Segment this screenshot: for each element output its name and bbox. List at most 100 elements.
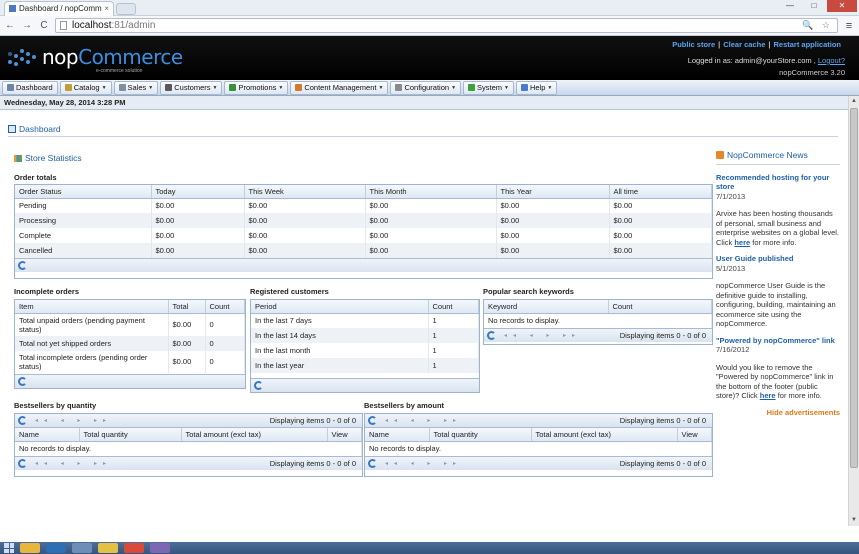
news-item-title[interactable]: Recommended hosting for your store	[716, 173, 829, 192]
url-tools-icons[interactable]: 🔍 ☆	[802, 20, 833, 31]
news-item-title[interactable]: "Powered by nopCommerce" link	[716, 336, 835, 345]
table-row: In the last 7 days 1	[251, 313, 479, 328]
reload-icon[interactable]: C	[38, 20, 50, 31]
maximize-button[interactable]: □	[803, 0, 825, 12]
column-header[interactable]: Keyword	[484, 300, 609, 314]
column-header[interactable]: Total quantity	[429, 428, 532, 442]
table-cell: 0	[205, 350, 245, 373]
admin-menu: Dashboard Catalog ▼ Sales ▼ Customers ▼ Promoti…	[0, 80, 859, 96]
column-header[interactable]: Total amount (excl tax)	[531, 428, 678, 442]
tab-close-icon[interactable]: ×	[104, 4, 109, 13]
order-totals-footer	[15, 258, 712, 272]
url-input[interactable]: localhost:81/admin 🔍 ☆	[55, 18, 838, 33]
refresh-icon[interactable]	[254, 381, 263, 390]
menu-item-label: System	[477, 83, 503, 92]
column-header[interactable]: Total amount (excl tax)	[181, 428, 328, 442]
column-header[interactable]: View	[327, 428, 362, 442]
taskbar-app-icon[interactable]	[46, 543, 66, 553]
refresh-icon[interactable]	[487, 331, 496, 340]
pager-arrows[interactable]: ◂◂ ◂ ▸ ▸▸	[504, 332, 581, 339]
news-item-link[interactable]: here	[760, 391, 776, 400]
column-header[interactable]: This Month	[365, 185, 497, 199]
clear-cache-link[interactable]: Clear cache	[723, 40, 765, 49]
logo-name: nopCommerce	[42, 45, 183, 69]
pager-arrows[interactable]: ◂◂ ◂ ▸ ▸▸	[35, 417, 112, 424]
news-item-title[interactable]: User Guide published	[716, 254, 794, 263]
menu-item-customers[interactable]: Customers ▼	[160, 80, 223, 95]
menu-item-icon	[295, 84, 303, 91]
menu-item-sales[interactable]: Sales ▼	[113, 80, 159, 95]
column-header[interactable]: Total quantity	[79, 428, 182, 442]
scrollbar-thumb[interactable]	[850, 108, 858, 468]
table-cell: Total incomplete orders (pending order s…	[15, 350, 169, 373]
page-scrollbar[interactable]: ▲ ▼	[848, 96, 859, 526]
restart-application-link[interactable]: Restart application	[773, 40, 841, 49]
menu-item-content-management[interactable]: Content Management ▼	[290, 80, 389, 95]
new-tab-button[interactable]	[116, 3, 136, 15]
pager-arrows[interactable]: ◂◂ ◂ ▸ ▸▸	[385, 417, 462, 424]
column-header[interactable]: Today	[151, 185, 245, 199]
scroll-down-icon[interactable]: ▼	[849, 515, 859, 526]
public-store-link[interactable]: Public store	[672, 40, 715, 49]
refresh-icon[interactable]	[18, 261, 27, 270]
chevron-down-icon: ▼	[148, 84, 154, 91]
browser-menu-icon[interactable]: ≡	[843, 20, 855, 32]
refresh-icon[interactable]	[18, 377, 27, 386]
menu-item-catalog[interactable]: Catalog ▼	[59, 80, 112, 95]
column-header[interactable]: Order Status	[15, 185, 152, 199]
refresh-icon[interactable]	[18, 416, 27, 425]
column-header[interactable]: View	[677, 428, 712, 442]
news-divider	[716, 163, 840, 165]
scroll-up-icon[interactable]: ▲	[849, 96, 859, 107]
table-cell: $0.00	[151, 243, 245, 258]
news-item-link[interactable]: here	[734, 238, 750, 247]
minimize-button[interactable]: —	[779, 0, 801, 12]
column-header[interactable]: This Year	[496, 185, 610, 199]
column-header[interactable]: All time	[609, 185, 712, 199]
column-header[interactable]: Name	[365, 428, 430, 442]
menu-item-help[interactable]: Help ▼	[515, 80, 558, 95]
header-links: Public store | Clear cache | Restart applica…	[672, 40, 841, 49]
menu-item-label: Sales	[127, 83, 147, 92]
news-title: NopCommerce News	[716, 150, 840, 161]
column-header[interactable]: This Week	[244, 185, 366, 199]
menu-item-system[interactable]: System ▼	[463, 80, 514, 95]
column-header[interactable]: Name	[15, 428, 80, 442]
logout-link[interactable]: Logout?	[818, 56, 845, 65]
news-item-date: 7/1/2013	[716, 191, 746, 201]
pager-arrows[interactable]: ◂◂ ◂ ▸ ▸▸	[35, 460, 112, 467]
order-totals-table: Order Status Today This Week This Month This…	[15, 185, 712, 258]
taskbar-app-icon[interactable]	[20, 543, 40, 553]
refresh-icon[interactable]	[368, 416, 377, 425]
pager-status: Displaying items 0 - 0 of 0	[269, 459, 356, 468]
taskbar-app-icon[interactable]	[124, 543, 144, 553]
column-header[interactable]: Count	[428, 300, 479, 314]
table-row: In the last month 1	[251, 343, 479, 358]
back-arrow-icon[interactable]: ←	[4, 20, 16, 31]
nopcommerce-logo[interactable]: nopCommerce e-commerce solution	[6, 42, 183, 74]
table-cell: $0.00	[365, 243, 497, 258]
menu-item-configuration[interactable]: Configuration ▼	[390, 80, 462, 95]
table-cell: $0.00	[609, 228, 712, 243]
refresh-icon[interactable]	[18, 459, 27, 468]
pager-arrows[interactable]: ◂◂ ◂ ▸ ▸▸	[385, 460, 462, 467]
taskbar-app-icon[interactable]	[72, 543, 92, 553]
bestsellers-amount-footer: ◂◂ ◂ ▸ ▸▸ Displaying items 0 - 0 of 0	[365, 456, 712, 470]
column-header[interactable]: Count	[608, 300, 712, 314]
hide-advertisements-link[interactable]: Hide advertisements	[716, 408, 840, 418]
column-header[interactable]: Count	[205, 300, 245, 314]
browser-tab[interactable]: Dashboard / nopComm ×	[4, 1, 114, 16]
menu-item-dashboard[interactable]: Dashboard	[2, 80, 58, 95]
forward-arrow-icon[interactable]: →	[21, 20, 33, 31]
windows-start-icon[interactable]	[4, 543, 14, 553]
refresh-icon[interactable]	[368, 459, 377, 468]
column-header[interactable]: Total	[168, 300, 206, 314]
taskbar-app-icon[interactable]	[98, 543, 118, 553]
taskbar-app-icon[interactable]	[150, 543, 170, 553]
window-close-button[interactable]: ✕	[827, 0, 857, 12]
column-header[interactable]: Item	[15, 300, 169, 314]
menu-item-promotions[interactable]: Promotions ▼	[224, 80, 289, 95]
bestsellers-quantity-grid: ◂◂ ◂ ▸ ▸▸ Displaying items 0 - 0 of 0 Na…	[14, 413, 363, 477]
os-taskbar	[0, 542, 859, 554]
column-header[interactable]: Period	[251, 300, 429, 314]
